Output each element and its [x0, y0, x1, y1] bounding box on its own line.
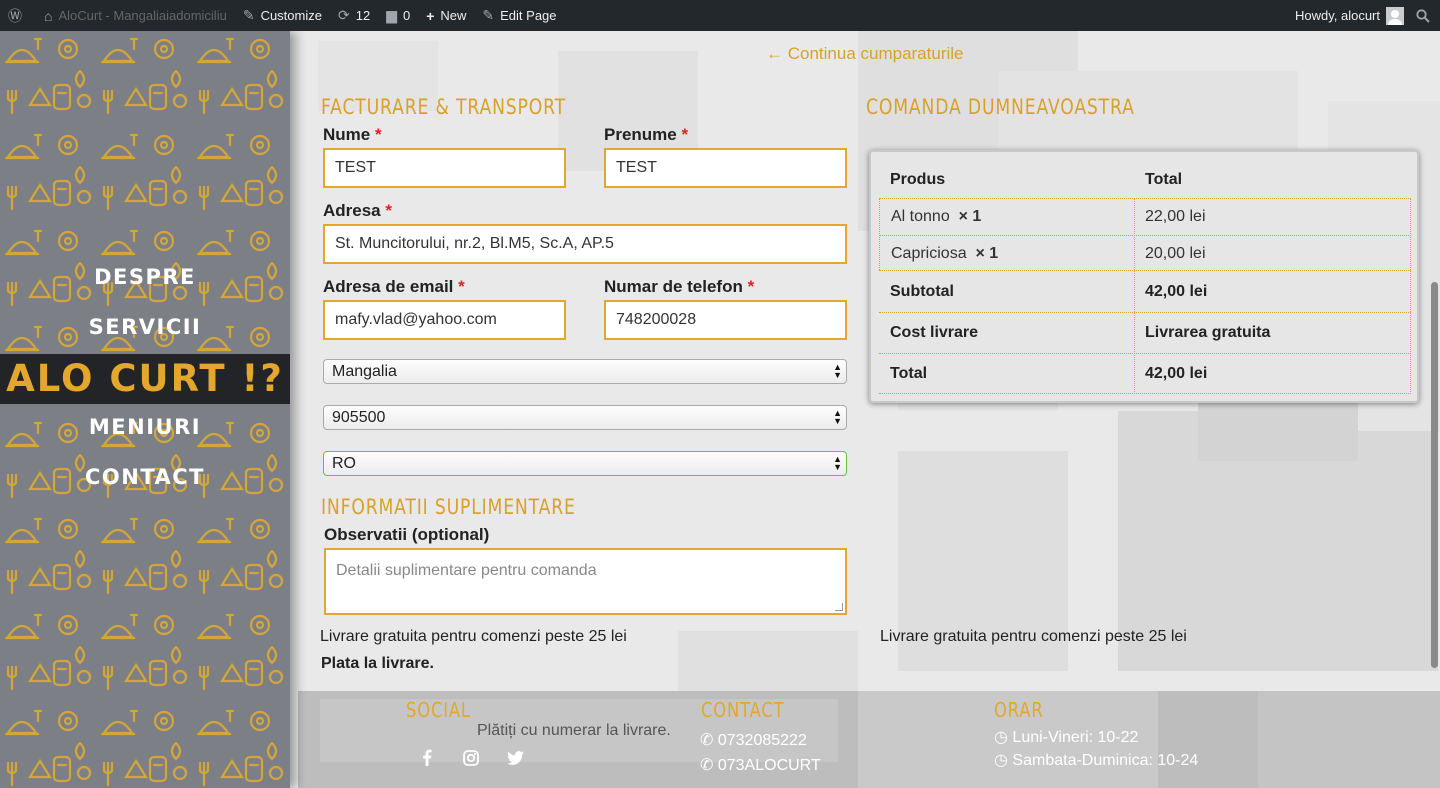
- select-arrows-icon: ▲ ▼: [833, 362, 842, 380]
- notes-textarea[interactable]: Detalii suplimentare pentru comanda: [324, 548, 847, 615]
- wordpress-logo-icon[interactable]: Ⓦ: [0, 0, 36, 31]
- comment-icon: ▆: [386, 7, 397, 23]
- total-value: 42,00 lei: [1145, 365, 1208, 382]
- billing-title: FACTURARE & TRANSPORT: [321, 95, 566, 119]
- nume-input[interactable]: TEST: [323, 148, 566, 188]
- city-select[interactable]: Mangalia ▲ ▼: [323, 359, 847, 384]
- admin-comments[interactable]: ▆ 0: [378, 0, 418, 31]
- payment-method-description: Plătiți cu numerar la livrare.: [477, 722, 671, 739]
- twitter-icon[interactable]: [507, 751, 524, 770]
- shipping-cost-label: Cost livrare: [890, 324, 979, 341]
- nav-contact[interactable]: CONTACT: [0, 465, 290, 489]
- refresh-icon: ⟳: [337, 7, 350, 23]
- table-left-border: [879, 198, 880, 270]
- required-mark: *: [385, 201, 392, 220]
- order-item-name: Al tonno × 1: [891, 208, 982, 225]
- nav-despre[interactable]: DESPRE: [0, 265, 290, 289]
- clock-icon: ◷: [994, 752, 1008, 769]
- prenume-input[interactable]: TEST: [604, 148, 847, 188]
- table-right-border: [1410, 198, 1411, 394]
- select-arrows-icon: ▲ ▼: [833, 408, 842, 426]
- home-icon: ⌂: [44, 7, 53, 24]
- footer-orar-title: ORAR: [994, 698, 1044, 722]
- order-item-total: 22,00 lei: [1145, 208, 1206, 225]
- email-label: Adresa de email *: [323, 277, 465, 296]
- total-label: Total: [890, 365, 928, 382]
- avatar: [1386, 6, 1404, 25]
- additional-info-title: INFORMATII SUPLIMENTARE: [321, 495, 576, 519]
- food-pattern-background: [0, 31, 290, 788]
- footer-contact-title: CONTACT: [701, 698, 785, 722]
- shipping-cost-value: Livrarea gratuita: [1145, 324, 1271, 341]
- admin-site-name[interactable]: ⌂ AloCurt - Mangaliaiadomiciliu: [36, 0, 235, 31]
- resize-handle-icon[interactable]: [835, 603, 843, 611]
- footer-hours-2: ◷ Sambata-Duminica: 10-24: [994, 752, 1199, 769]
- postcode-select[interactable]: 905500 ▲ ▼: [323, 405, 847, 430]
- admin-account[interactable]: Howdy, alocurt: [1287, 0, 1412, 31]
- facebook-icon[interactable]: [422, 749, 432, 771]
- nav-servicii[interactable]: SERVICII: [0, 315, 290, 339]
- sidebar: DESPRE SERVICII ALO CURT !? MENIURI CONT…: [0, 31, 290, 788]
- admin-customize[interactable]: ✎ Customize: [235, 0, 330, 31]
- adresa-label: Adresa *: [323, 201, 392, 220]
- instagram-icon[interactable]: [463, 750, 479, 771]
- adresa-input[interactable]: St. Muncitorului, nr.2, Bl.M5, Sc.A, AP.…: [323, 224, 847, 264]
- order-item-total: 20,00 lei: [1145, 244, 1206, 262]
- subtotal-value: 42,00 lei: [1145, 282, 1208, 300]
- admin-edit-page[interactable]: ✎ Edit Page: [474, 0, 564, 31]
- continue-shopping-link[interactable]: ← Continua cumparaturile: [766, 44, 963, 64]
- footer-hours-1: ◷ Luni-Vineri: 10-22: [994, 729, 1139, 746]
- required-mark: *: [458, 277, 465, 296]
- col-product-header: Produs: [890, 171, 946, 188]
- admin-bar: Ⓦ ⌂ AloCurt - Mangaliaiadomiciliu ✎ Custom…: [0, 0, 1440, 31]
- pencil-icon: ✎: [482, 7, 495, 23]
- plus-icon: +: [426, 7, 435, 24]
- phone-label: Numar de telefon *: [604, 277, 755, 296]
- order-item-name: Capriciosa × 1: [891, 244, 999, 262]
- site-logo[interactable]: ALO CURT !?: [0, 354, 290, 404]
- table-bottom-border: [879, 393, 1411, 394]
- country-select[interactable]: RO ▲ ▼: [323, 451, 847, 476]
- brush-icon: ✎: [242, 7, 255, 23]
- notes-label: Observatii (optional): [324, 525, 490, 544]
- phone-input[interactable]: 748200028: [604, 300, 847, 340]
- order-review-table: Produs Total Al tonno × 1 22,00 lei Capr…: [869, 150, 1419, 403]
- footer-social-title: SOCIAL: [406, 698, 471, 722]
- footer-phone-1[interactable]: ✆ 0732085222: [700, 730, 807, 750]
- table-column-divider: [1134, 198, 1135, 394]
- notes-placeholder: Detalii suplimentare pentru comanda: [336, 562, 597, 579]
- footer-phone-2[interactable]: ✆ 073ALOCURT: [700, 755, 821, 775]
- email-input[interactable]: mafy.vlad@yahoo.com: [323, 300, 566, 340]
- order-shipping-note: Livrare gratuita pentru comenzi peste 25…: [880, 628, 1187, 645]
- subtotal-label: Subtotal: [890, 282, 954, 300]
- payment-note: Plata la livrare.: [321, 655, 434, 672]
- col-total-header: Total: [1145, 171, 1183, 188]
- shipping-note: Livrare gratuita pentru comenzi peste 25…: [320, 628, 627, 645]
- required-mark: *: [681, 125, 689, 144]
- scrollbar-thumb[interactable]: [1431, 282, 1438, 668]
- nav-meniuri[interactable]: MENIURI: [0, 415, 290, 439]
- required-mark: *: [374, 125, 382, 144]
- required-mark: *: [747, 277, 755, 296]
- phone-icon: ✆: [700, 757, 714, 774]
- clock-icon: ◷: [994, 729, 1008, 746]
- select-arrows-icon: ▲ ▼: [833, 454, 842, 472]
- nume-label: Nume *: [323, 125, 382, 144]
- admin-new[interactable]: + New: [418, 0, 474, 31]
- order-title: COMANDA DUMNEAVOASTRA: [866, 95, 1135, 119]
- prenume-label: Prenume *: [604, 125, 689, 144]
- phone-icon: ✆: [700, 732, 714, 749]
- admin-updates[interactable]: ⟳ 12: [330, 0, 378, 31]
- search-icon[interactable]: [1412, 0, 1440, 31]
